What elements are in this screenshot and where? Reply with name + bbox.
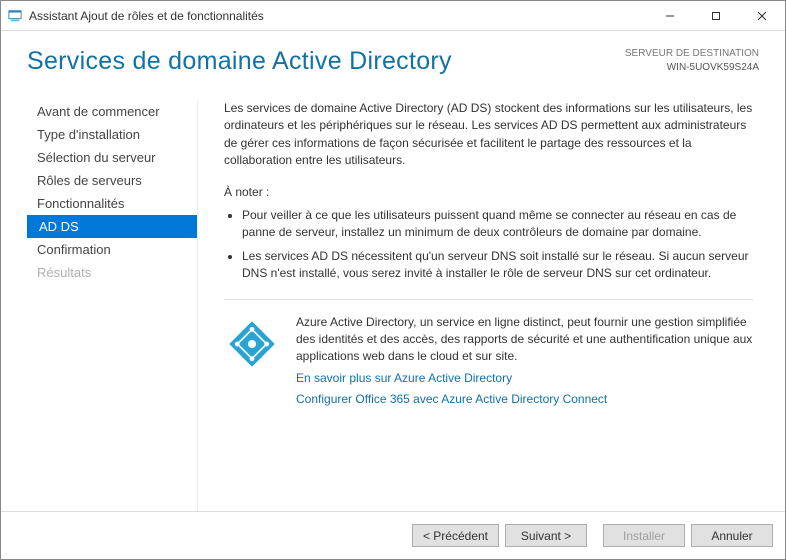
divider [224,299,753,300]
minimize-button[interactable] [647,1,693,31]
previous-button[interactable]: < Précédent [412,524,499,547]
footer: < Précédent Suivant > Installer Annuler [1,511,785,559]
nav-item-adds[interactable]: AD DS [27,215,197,238]
server-manager-icon [7,8,23,24]
close-button[interactable] [739,1,785,31]
destination-block: SERVEUR DE DESTINATION WIN-5UOVK59S24A [625,47,759,75]
titlebar: Assistant Ajout de rôles et de fonctionn… [1,1,785,31]
main-panel: Les services de domaine Active Directory… [197,100,759,511]
nav-item-before-you-begin[interactable]: Avant de commencer [27,100,197,123]
destination-value: WIN-5UOVK59S24A [625,61,759,75]
azure-learn-more-link[interactable]: En savoir plus sur Azure Active Director… [296,370,753,387]
notes-heading: À noter : [224,184,753,201]
wizard-window: Assistant Ajout de rôles et de fonctionn… [0,0,786,560]
nav-item-confirmation[interactable]: Confirmation [27,238,197,261]
header-row: Services de domaine Active Directory SER… [27,47,759,76]
next-button[interactable]: Suivant > [505,524,587,547]
window-title: Assistant Ajout de rôles et de fonctionn… [29,9,264,23]
install-button: Installer [603,524,685,547]
nav-item-server-selection[interactable]: Sélection du serveur [27,146,197,169]
nav-item-features[interactable]: Fonctionnalités [27,192,197,215]
notes-list: Pour veiller à ce que les utilisateurs p… [224,207,753,283]
note-item: Les services AD DS nécessitent qu'un ser… [242,248,753,283]
azure-ad-icon [224,314,280,409]
azure-text-block: Azure Active Directory, un service en li… [296,314,753,409]
azure-block: Azure Active Directory, un service en li… [224,314,753,409]
nav-item-results: Résultats [27,261,197,284]
cancel-button[interactable]: Annuler [691,524,773,547]
nav-item-server-roles[interactable]: Rôles de serveurs [27,169,197,192]
wizard-nav: Avant de commencer Type d'installation S… [27,100,197,511]
page-title: Services de domaine Active Directory [27,47,452,76]
note-item: Pour veiller à ce que les utilisateurs p… [242,207,753,242]
intro-paragraph: Les services de domaine Active Directory… [224,100,753,170]
maximize-button[interactable] [693,1,739,31]
azure-o365-link[interactable]: Configurer Office 365 avec Azure Active … [296,391,753,408]
destination-label: SERVEUR DE DESTINATION [625,47,759,61]
azure-description: Azure Active Directory, un service en li… [296,314,753,366]
nav-item-installation-type[interactable]: Type d'installation [27,123,197,146]
body: Avant de commencer Type d'installation S… [27,100,759,511]
content-area: Services de domaine Active Directory SER… [1,31,785,511]
